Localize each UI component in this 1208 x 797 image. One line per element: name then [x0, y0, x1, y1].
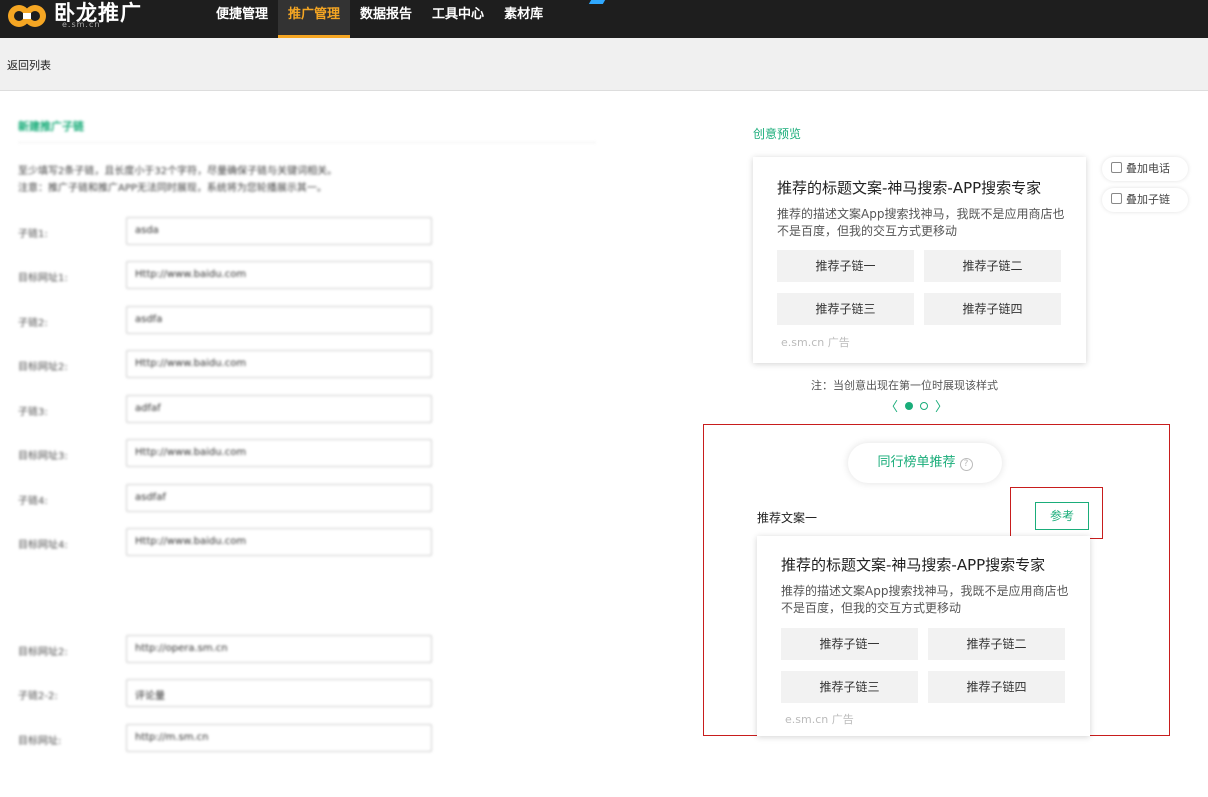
brand-sub: e.sm.cn — [62, 20, 101, 29]
form-row: 子链4: asdfaf — [18, 484, 438, 514]
logo-icon — [8, 5, 46, 27]
checkbox-icon — [1111, 193, 1122, 204]
ad-sitelink-button[interactable]: 推荐子链四 — [928, 671, 1065, 703]
recommended-copy-label: 推荐文案一 — [757, 511, 818, 525]
nav-item-quick-manage[interactable]: 便捷管理 — [206, 0, 278, 38]
preview-ad-card: 推荐的标题文案-神马搜索-APP搜索专家 推荐的描述文案App搜索找神马，我既不… — [753, 157, 1086, 363]
ad-sitelink-button[interactable]: 推荐子链一 — [777, 250, 914, 282]
chevron-left-icon[interactable]: 〈 — [885, 396, 898, 415]
preview-title: 创意预览 — [753, 127, 802, 141]
peer-ad-card: 推荐的标题文案-神马搜索-APP搜索专家 推荐的描述文案App搜索找神马，我既不… — [757, 536, 1090, 736]
target-url-input[interactable]: http://m.sm.cn — [126, 724, 432, 752]
target-url-input[interactable]: Http://www.baidu.com — [126, 350, 432, 378]
field-label: 子链4: — [18, 496, 48, 507]
nav-item-material-library[interactable]: 素材库 — [494, 0, 553, 38]
field-label: 目标网址3: — [18, 451, 68, 462]
form-row: 子链1: asda — [18, 217, 438, 247]
field-label: 目标网址4: — [18, 540, 68, 551]
target-url-input[interactable]: Http://www.baidu.com — [126, 261, 432, 289]
form-row: 子链2-2: 评论量 — [18, 679, 438, 709]
option-label: 叠加电话 — [1126, 162, 1170, 175]
peer-ranking-pill[interactable]: 同行榜单推荐? — [848, 443, 1002, 483]
sitelink-input[interactable]: asdfa — [126, 306, 432, 334]
form-row: 子链3: adfaf — [18, 395, 438, 425]
ad-sitelink-button[interactable]: 推荐子链一 — [781, 628, 918, 660]
target-url-input[interactable]: Http://www.baidu.com — [126, 439, 432, 467]
sitelink-input[interactable]: asdfaf — [126, 484, 432, 512]
checkbox-icon — [1111, 162, 1122, 173]
sitelink-input[interactable]: 评论量 — [126, 679, 432, 707]
field-label: 子链3: — [18, 407, 48, 418]
back-to-list-link[interactable]: 返回列表 — [7, 57, 51, 73]
field-label: 目标网址1: — [18, 273, 68, 284]
form-hint: 至少填写2条子链，且长度小于32个字符，尽量确保子链与关键词相关。 注意：推广子… — [18, 163, 598, 197]
reference-button[interactable]: 参考 — [1035, 502, 1089, 530]
top-navbar: 卧龙推广 e.sm.cn 便捷管理 推广管理 数据报告 工具中心 素材库 — [0, 0, 1208, 38]
nav-item-data-report[interactable]: 数据报告 — [350, 0, 422, 38]
sitelink-input[interactable]: adfaf — [126, 395, 432, 423]
pager-dot[interactable] — [920, 401, 929, 410]
help-icon[interactable]: ? — [959, 458, 973, 471]
ad-source: e.sm.cn 广告 — [781, 336, 850, 349]
main-nav: 便捷管理 推广管理 数据报告 工具中心 素材库 — [206, 0, 553, 38]
target-url-input[interactable]: http://opera.sm.cn — [126, 635, 432, 663]
ad-sitelink-button[interactable]: 推荐子链二 — [928, 628, 1065, 660]
option-label: 叠加子链 — [1126, 193, 1170, 206]
ad-source: e.sm.cn 广告 — [785, 713, 854, 726]
form-row: 目标网址1: Http://www.baidu.com — [18, 261, 438, 291]
form-row: 目标网址4: Http://www.baidu.com — [18, 528, 438, 558]
chevron-right-icon[interactable]: 〉 — [935, 396, 948, 415]
form-hint-line: 注意：推广子链和推广APP无法同时展现，系统将为您轮播展示其一。 — [18, 183, 327, 194]
preview-note: 注：当创意出现在第一位时展现该样式 — [811, 379, 998, 392]
ad-sitelink-button[interactable]: 推荐子链二 — [924, 250, 1061, 282]
sitelink-input[interactable]: asda — [126, 217, 432, 245]
nav-item-promotion-manage[interactable]: 推广管理 — [278, 0, 351, 38]
ad-title: 推荐的标题文案-神马搜索-APP搜索专家 — [781, 556, 1046, 574]
sitelink-form: 新建推广子链 至少填写2条子链，且长度小于32个字符，尽量确保子链与关键词相关。… — [18, 118, 598, 797]
ad-description: 推荐的描述文案App搜索找神马，我既不是应用商店也不是百度，但我的交互方式更移动 — [777, 207, 1065, 238]
field-label: 目标网址: — [18, 736, 62, 747]
form-row: 目标网址3: Http://www.baidu.com — [18, 439, 438, 469]
form-row: 子链2: asdfa — [18, 306, 438, 336]
form-section-title: 新建推广子链 — [18, 118, 596, 143]
ad-title: 推荐的标题文案-神马搜索-APP搜索专家 — [777, 179, 1042, 197]
overlay-sitelink-checkbox[interactable]: 叠加子链 — [1102, 188, 1188, 212]
form-hint-line: 至少填写2条子链，且长度小于32个字符，尽量确保子链与关键词相关。 — [18, 166, 338, 177]
accent-decoration — [588, 0, 606, 4]
target-url-input[interactable]: Http://www.baidu.com — [126, 528, 432, 556]
field-label: 子链2-2: — [18, 691, 58, 702]
ad-sitelink-button[interactable]: 推荐子链三 — [777, 293, 914, 325]
field-label: 子链1: — [18, 229, 48, 240]
form-row: 目标网址: http://m.sm.cn — [18, 724, 438, 754]
form-row: 目标网址2: http://opera.sm.cn — [18, 635, 438, 665]
ad-description: 推荐的描述文案App搜索找神马，我既不是应用商店也不是百度，但我的交互方式更移动 — [781, 584, 1069, 615]
field-label: 目标网址2: — [18, 362, 68, 373]
preview-pager: 〈 〉 — [885, 396, 948, 415]
pager-dot-active[interactable] — [905, 401, 914, 410]
field-label: 子链2: — [18, 318, 48, 329]
sub-toolbar: 返回列表 — [0, 38, 1208, 91]
ad-sitelink-button[interactable]: 推荐子链四 — [924, 293, 1061, 325]
ad-sitelink-button[interactable]: 推荐子链三 — [781, 671, 918, 703]
field-label: 目标网址2: — [18, 647, 68, 658]
form-row: 目标网址2: Http://www.baidu.com — [18, 350, 438, 380]
pill-label: 同行榜单推荐 — [877, 455, 956, 470]
nav-item-tool-center[interactable]: 工具中心 — [422, 0, 494, 38]
overlay-phone-checkbox[interactable]: 叠加电话 — [1102, 157, 1188, 181]
